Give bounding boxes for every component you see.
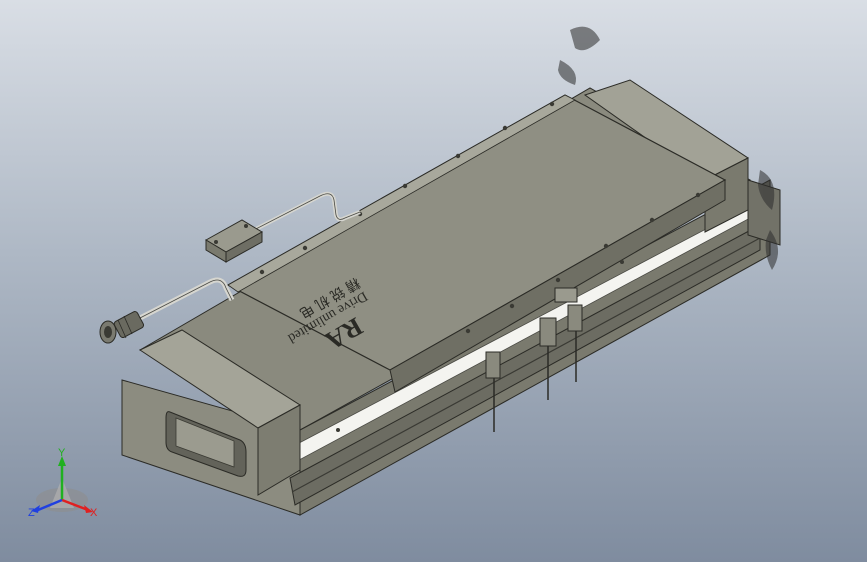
sensor-bracket: [554, 287, 578, 303]
x-axis-label: X: [90, 507, 98, 519]
y-axis-label: Y: [58, 447, 66, 459]
z-axis-label: Z: [28, 507, 35, 519]
axis-triad: Y X Z: [28, 447, 98, 519]
cad-viewport[interactable]: Drive unlimited 精 锐 机 电 RA Y X Z: [0, 0, 867, 562]
dsub-connector[interactable]: [205, 219, 263, 263]
round-connector[interactable]: [99, 310, 145, 344]
